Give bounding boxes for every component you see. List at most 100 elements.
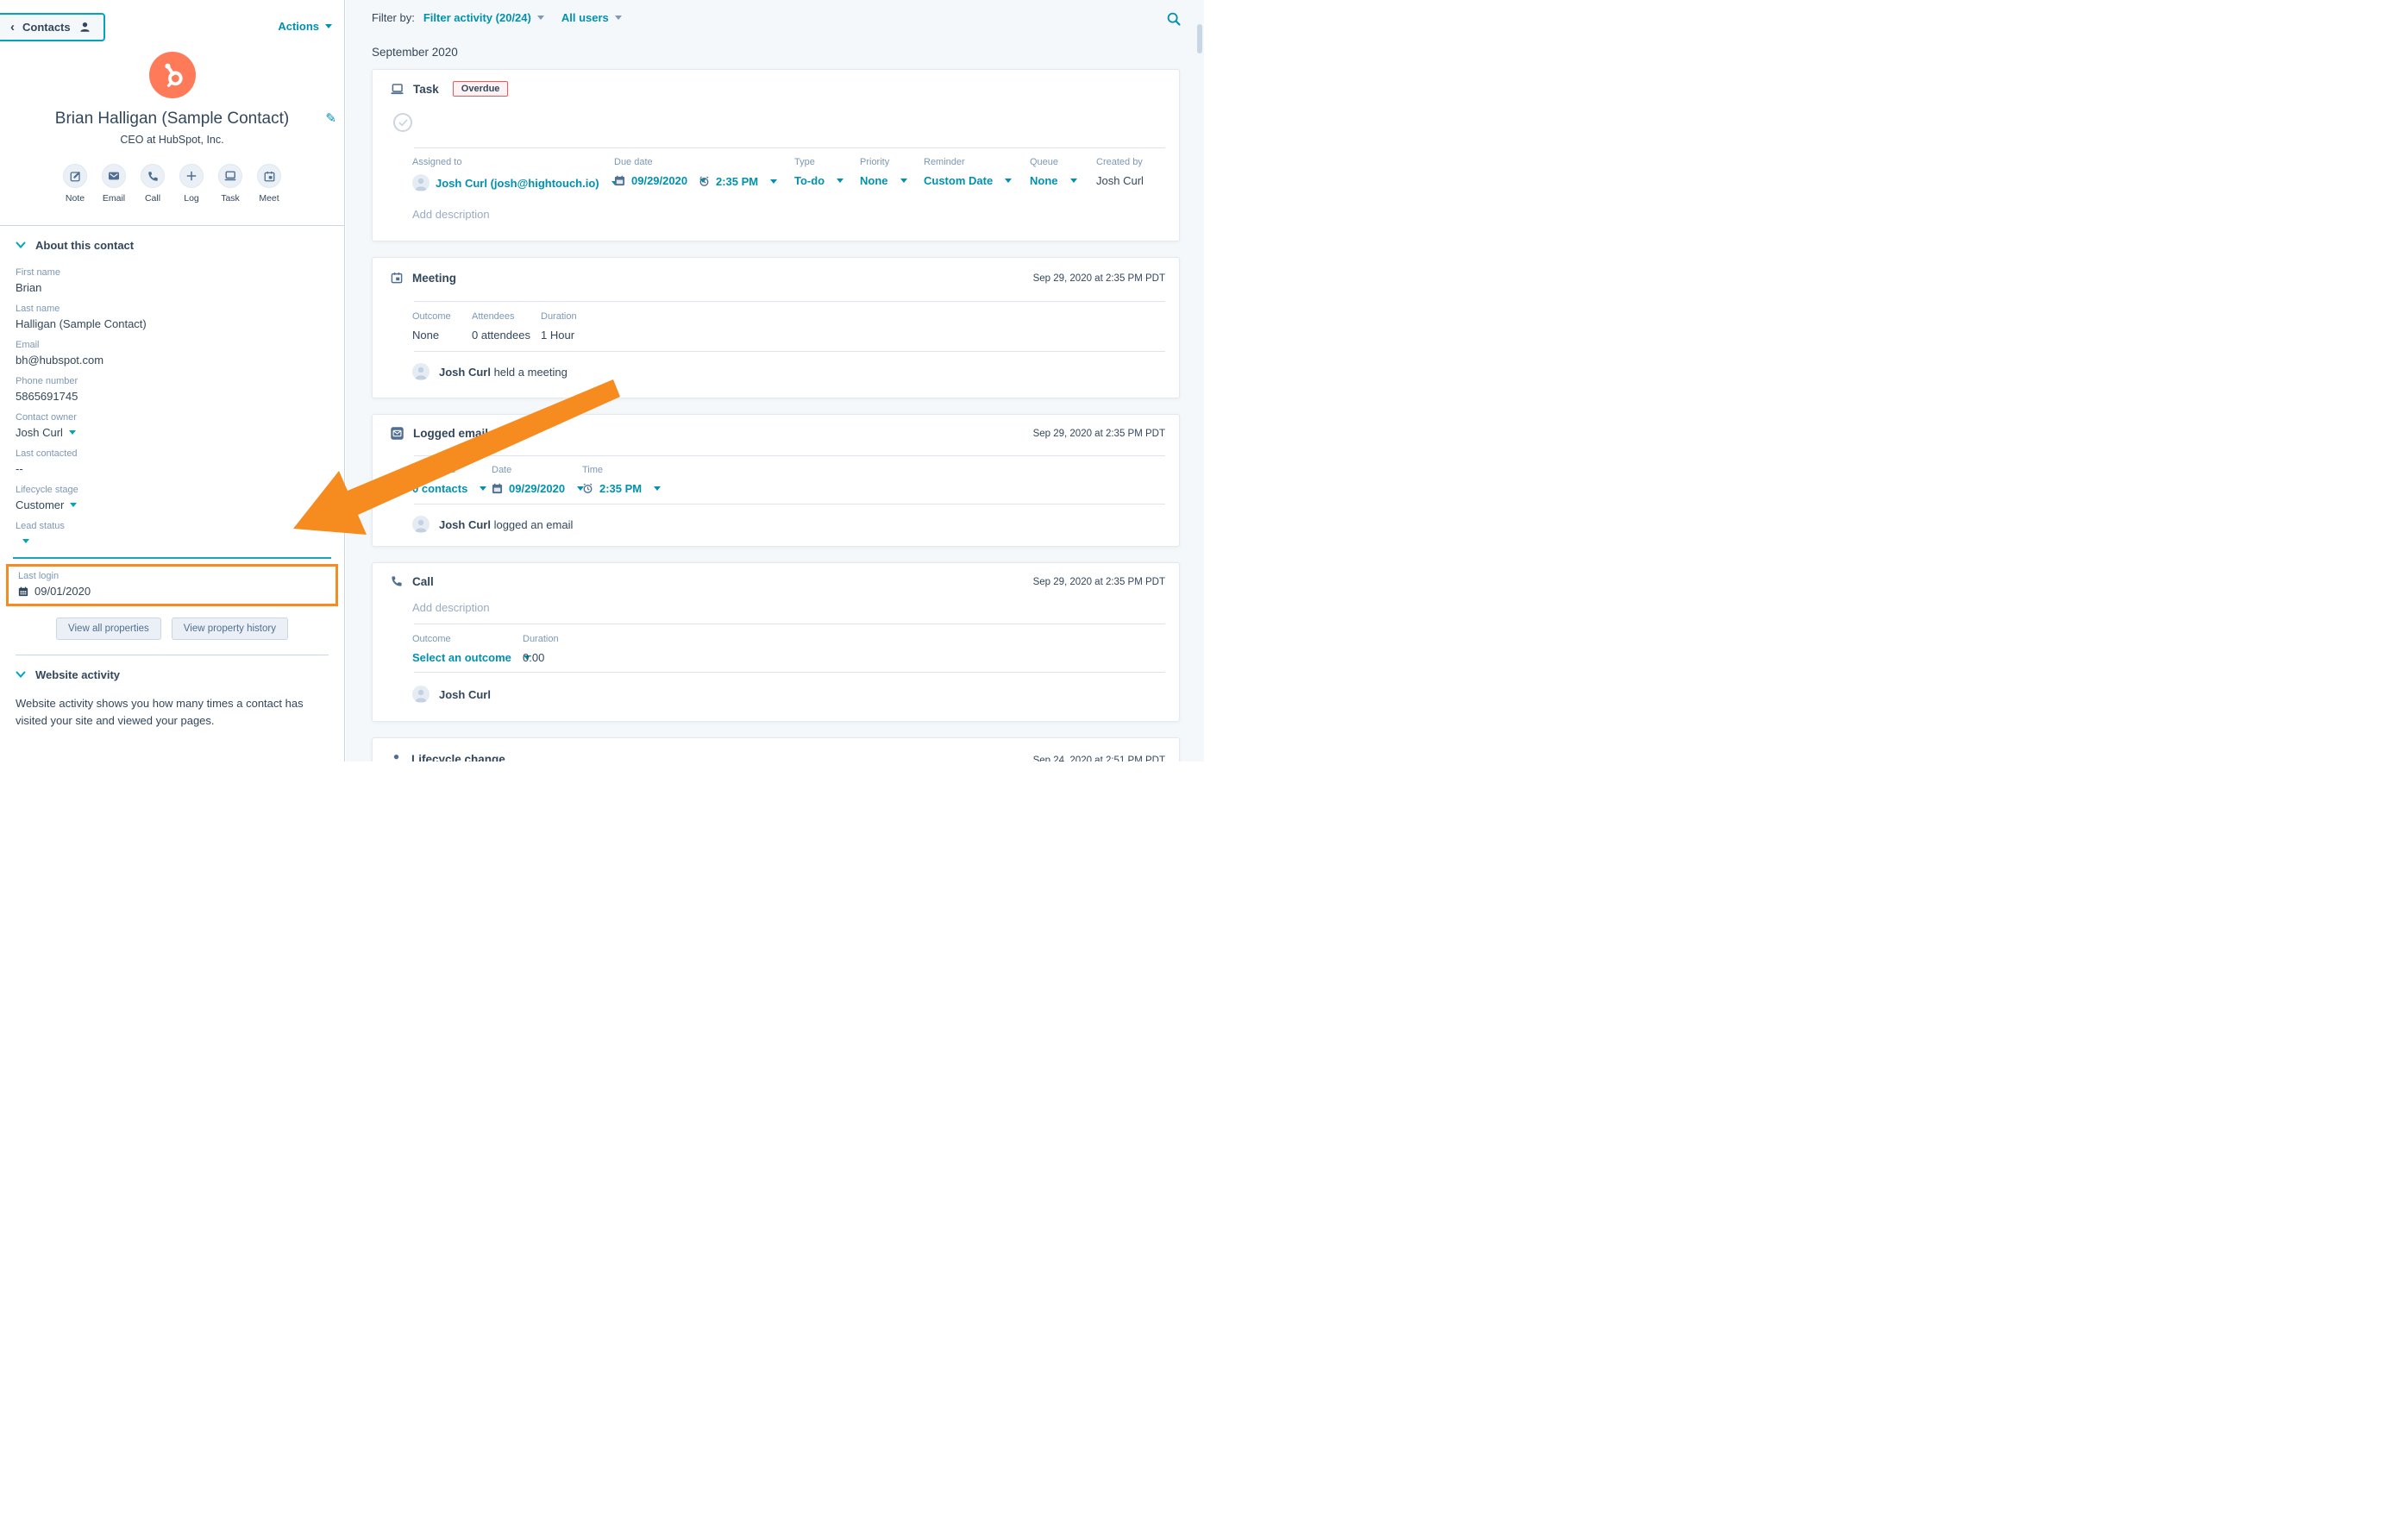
view-property-history-button[interactable]: View property history [172, 617, 288, 640]
select-outcome-dropdown[interactable]: Select an outcome [412, 651, 530, 664]
back-to-contacts-button[interactable]: ‹ Contacts [0, 13, 105, 41]
card-title: Task [413, 83, 439, 96]
assigned-to-dropdown[interactable]: Josh Curl (josh@hightouch.io) [412, 174, 618, 191]
card-divider [414, 455, 1165, 456]
priority-dropdown[interactable]: None [860, 174, 907, 187]
lifecycle-stage-dropdown[interactable]: Customer [16, 498, 329, 511]
outcome-value: None [412, 329, 451, 342]
time-value: 2:35 PM [599, 482, 642, 495]
actions-label: Actions [278, 20, 319, 33]
outcome-cell: Outcome None [412, 311, 451, 342]
created-by-value: Josh Curl [1096, 174, 1144, 187]
field-email: Email bh@hubspot.com [16, 340, 329, 367]
card-timestamp: Sep 29, 2020 at 2:35 PM PDT [1033, 429, 1165, 439]
call-button[interactable]: Call [141, 164, 165, 204]
field-contact-owner: Contact owner Josh Curl [16, 412, 329, 439]
call-card: Call Sep 29, 2020 at 2:35 PM PDT Add des… [372, 562, 1180, 722]
log-plus-icon [179, 164, 204, 188]
date-dropdown[interactable]: 09/29/2020 [492, 482, 584, 495]
dropdown-caret-icon [1070, 179, 1077, 183]
add-description-link[interactable]: Add description [412, 208, 490, 221]
back-chevron-icon: ‹ [10, 21, 15, 34]
contacted-dropdown[interactable]: 0 contacts [412, 482, 486, 495]
log-button[interactable]: Log [179, 164, 204, 204]
contact-role: CEO at HubSpot, Inc. [0, 134, 344, 146]
column-label: Created by [1096, 157, 1144, 167]
card-title: Meeting [412, 272, 456, 285]
email-button[interactable]: Email [102, 164, 126, 204]
overdue-badge: Overdue [453, 81, 509, 97]
website-activity-description: Website activity shows you how many time… [16, 695, 329, 730]
footer-text: Josh Curl held a meeting [439, 366, 568, 379]
user-avatar [412, 174, 430, 191]
field-first-name: First name Brian [16, 267, 329, 294]
user-avatar [412, 516, 430, 533]
assigned-to-value: Josh Curl (josh@hightouch.io) [436, 177, 599, 190]
field-label: Phone number [16, 376, 329, 386]
column-label: Duration [523, 634, 559, 644]
footer-action-text: held a meeting [491, 366, 568, 379]
search-icon[interactable] [1166, 11, 1182, 31]
duration-value: 1 Hour [541, 329, 577, 342]
back-button-label: Contacts [22, 21, 71, 34]
field-label: Lead status [16, 521, 329, 531]
collapse-chevron-icon [16, 241, 26, 249]
website-activity-heading: Website activity [35, 668, 120, 681]
field-value[interactable]: Halligan (Sample Contact) [16, 317, 329, 330]
column-label: Attendees [472, 311, 530, 322]
task-button[interactable]: Task [218, 164, 242, 204]
scrollbar-thumb[interactable] [1197, 24, 1202, 53]
column-label: Date [492, 465, 584, 475]
date-value: 09/29/2020 [509, 482, 565, 495]
card-timestamp: Sep 29, 2020 at 2:35 PM PDT [1033, 577, 1165, 587]
field-value[interactable]: bh@hubspot.com [16, 354, 329, 367]
contact-owner-dropdown[interactable]: Josh Curl [16, 426, 329, 439]
field-value: Customer [16, 498, 64, 511]
column-label: Queue [1030, 157, 1077, 167]
field-value[interactable]: Brian [16, 281, 329, 294]
all-users-dropdown[interactable]: All users [561, 11, 622, 24]
note-button[interactable]: Note [63, 164, 87, 204]
last-login-value-row[interactable]: 09/01/2020 [18, 585, 326, 598]
meet-calendar-icon [257, 164, 281, 188]
note-icon [63, 164, 87, 188]
field-value[interactable]: 5865691745 [16, 390, 329, 403]
edit-name-pencil-icon[interactable]: ✎ [325, 110, 336, 126]
field-label: Lifecycle stage [16, 485, 329, 495]
due-time-value: 2:35 PM [716, 175, 758, 188]
footer-action-text: logged an email [491, 518, 573, 531]
duration-cell: Duration 1 Hour [541, 311, 577, 342]
field-last-name: Last name Halligan (Sample Contact) [16, 304, 329, 330]
time-dropdown[interactable]: 2:35 PM [582, 482, 661, 495]
actions-dropdown[interactable]: Actions [278, 20, 332, 33]
column-label: Duration [541, 311, 577, 322]
queue-dropdown[interactable]: None [1030, 174, 1077, 187]
log-label: Log [184, 193, 199, 204]
card-title: Lifecycle change [411, 753, 505, 762]
email-footer: Josh Curl logged an email [412, 516, 573, 533]
due-time-dropdown[interactable]: 2:35 PM [699, 175, 777, 188]
quick-actions-row: Note Email Call Log Task [0, 164, 344, 204]
filter-activity-dropdown[interactable]: Filter activity (20/24) [423, 11, 544, 24]
contact-name: Brian Halligan (Sample Contact) [0, 110, 344, 128]
due-date-dropdown[interactable]: 09/29/2020 [614, 174, 706, 187]
type-dropdown[interactable]: To-do [794, 174, 843, 187]
lead-status-dropdown[interactable] [16, 535, 329, 548]
type-cell: Type To-do [794, 157, 843, 187]
about-section: About this contact First name Brian Last… [0, 226, 344, 655]
field-lead-status: Lead status [16, 521, 329, 548]
add-description-link[interactable]: Add description [412, 601, 490, 614]
task-complete-checkbox[interactable] [393, 113, 412, 132]
reminder-dropdown[interactable]: Custom Date [924, 174, 1012, 187]
calendar-icon [492, 483, 503, 494]
card-timestamp: Sep 24, 2020 at 2:51 PM PDT [1033, 755, 1165, 762]
column-label: Contacted [412, 465, 486, 475]
reminder-cell: Reminder Custom Date [924, 157, 1012, 187]
meet-button[interactable]: Meet [257, 164, 281, 204]
calendar-icon [18, 586, 28, 597]
about-section-header[interactable]: About this contact [16, 239, 329, 252]
footer-user-name: Josh Curl [439, 688, 491, 701]
email-icon [102, 164, 126, 188]
view-all-properties-button[interactable]: View all properties [56, 617, 161, 640]
website-activity-header[interactable]: Website activity [16, 668, 329, 681]
